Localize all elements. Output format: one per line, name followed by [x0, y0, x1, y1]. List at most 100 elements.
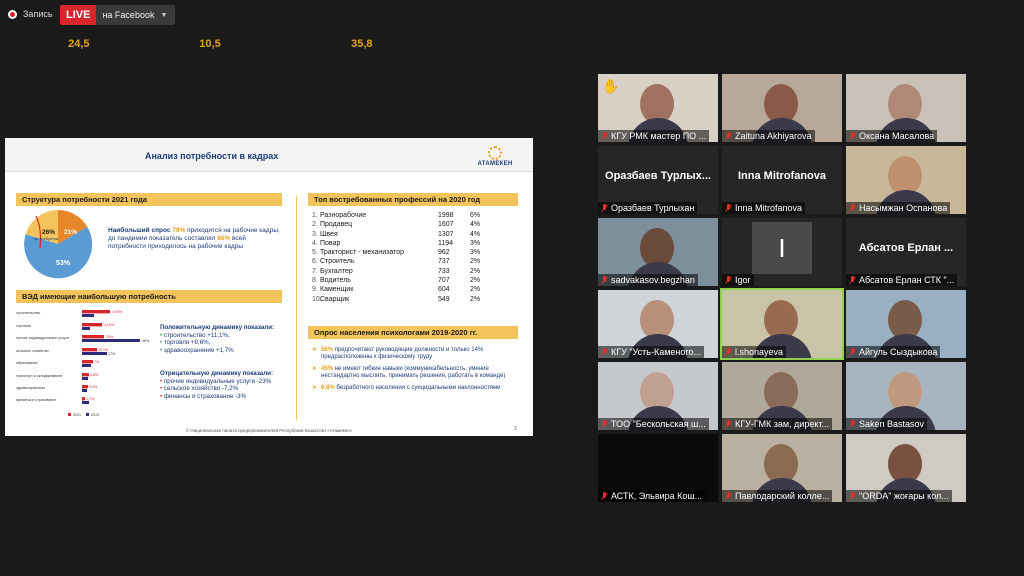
table-row: 8. Водитель 707 2%: [312, 277, 481, 285]
legend-2019-swatch: [86, 413, 89, 416]
arrow-icon: ➤: [312, 366, 318, 372]
table-row: 10. Сварщик 549 2%: [312, 295, 481, 303]
raised-hand-icon: ✋: [602, 78, 620, 94]
live-stream-control[interactable]: LIVE на Facebook ▼: [60, 5, 176, 25]
participant-name: КГУ-ГМК зам, директ...: [735, 419, 830, 429]
record-label: Запись: [23, 9, 53, 19]
muted-mic-icon: [725, 275, 732, 285]
table-row: 7. Бухгалтер 733 2%: [312, 267, 481, 275]
participant-tile[interactable]: ТОО "Бескольская ш...: [598, 362, 718, 430]
participant-tile[interactable]: I Igor: [722, 218, 842, 286]
muted-mic-icon: [849, 131, 856, 141]
participant-tile[interactable]: Павлодарский колле...: [722, 434, 842, 502]
participant-name-tag: Абсатов Ерлан СТК "...: [846, 274, 958, 286]
live-target-label: на Facebook: [102, 10, 155, 20]
table-row: 2. Продавец 1607 4%: [312, 221, 481, 229]
participant-name-tag: КГУ "Усть-Каменого...: [598, 346, 704, 358]
participant-name-tag: "ORDA" жоғары кол...: [846, 490, 952, 502]
participant-tile[interactable]: АСТК, Эльвира Кош...: [598, 434, 718, 502]
bar-2021-3: [82, 348, 97, 352]
participant-tile[interactable]: ✋ КГУ РМК мастер ПО ...: [598, 74, 718, 142]
participant-tile[interactable]: Zaituna Akhiyarova: [722, 74, 842, 142]
participant-name-tag: Оксана Масалова: [846, 130, 938, 142]
participant-name-tag: КГУ-ГМК зам, директ...: [722, 418, 833, 430]
list-item: ➤ 6,8% безработного населения с суицидаль…: [312, 385, 501, 391]
bar-value-3: 38%: [142, 339, 150, 343]
ved-label-0: строительство: [16, 311, 40, 315]
ved-label-6: здравоохранение: [16, 386, 45, 390]
section-top-professions: Топ востребованных профессий на 2020 год: [308, 193, 518, 206]
participant-tile[interactable]: Абсатов Ерлан ... Абсатов Ерлан СТК "...: [846, 218, 966, 286]
muted-mic-icon: [725, 419, 732, 429]
participant-tile[interactable]: Оксана Масалова: [846, 74, 966, 142]
participant-tile[interactable]: Айгуль Сыздыкова: [846, 290, 966, 358]
participant-name: АСТК, Эльвира Кош...: [611, 491, 703, 501]
participant-tile[interactable]: Saken Bastasov: [846, 362, 966, 430]
slide-headline: Опрошено 24,5 тыс. компаний, из них 10,5…: [16, 38, 416, 50]
participant-tile[interactable]: КГУ "Усть-Каменого...: [598, 290, 718, 358]
bar-2019-3: [82, 352, 107, 355]
bar-2019-6: [82, 389, 87, 392]
bar-value-7: 4,8%: [90, 373, 99, 377]
bar-value-5: 17%: [108, 352, 116, 356]
muted-mic-icon: [601, 419, 608, 429]
ved-label-5: транспорт и складирование: [16, 374, 62, 378]
positive-dynamics: Положительную динамику показали: • строи…: [160, 324, 275, 354]
section-survey: Опрос населения психологами 2019-2020 гг…: [308, 326, 518, 339]
participant-name-tag: Айгуль Сыздыкова: [846, 346, 941, 358]
legend-2021: 2021: [73, 413, 81, 417]
participant-display-name: Inna Mitrofanova: [737, 170, 826, 182]
participant-tile[interactable]: Inna Mitrofanova Inna Mitrofanova: [722, 146, 842, 214]
muted-mic-icon: [601, 347, 608, 357]
bar-value-6: 7%: [94, 360, 100, 364]
participant-tile[interactable]: Оразбаев Турлых... Оразбаев Турлыхан: [598, 146, 718, 214]
participant-name-tag: l.shonayeva: [722, 346, 787, 358]
top-bar: Запись LIVE на Facebook ▼: [0, 0, 1024, 32]
table-row: 1. Разнорабочие 1998 6%: [312, 212, 481, 219]
pie-label-none: не требуется: [34, 236, 58, 241]
participant-tile[interactable]: l.shonayeva: [720, 288, 844, 360]
participant-tile[interactable]: "ORDA" жоғары кол...: [846, 434, 966, 502]
bar-2019-7: [82, 401, 89, 404]
ved-label-7: финансы и страхование: [16, 398, 56, 402]
bar-value-8: 4,3%: [89, 385, 98, 389]
negative-dynamics: Отрицательную динамику показали: • прочи…: [160, 370, 274, 400]
slide-footer: © Национальная палата предпринимателей Р…: [185, 428, 353, 433]
participant-name-tag: ТОО "Бескольская ш...: [598, 418, 709, 430]
slide-header: Анализ потребности в кадрах АТАМЕКЕН: [5, 138, 533, 172]
muted-mic-icon: [725, 347, 732, 357]
bar-2019-4: [82, 364, 91, 367]
participant-name: sadvakasov.begzhan: [611, 275, 695, 285]
participant-tile[interactable]: sadvakasov.begzhan: [598, 218, 718, 286]
demand-pie-chart: 26% не требуется 21% 53%: [24, 210, 93, 279]
participant-name: КГУ "Усть-Каменого...: [611, 347, 701, 357]
participant-name-tag: sadvakasov.begzhan: [598, 274, 698, 286]
participant-name: Насымжан Оспанова: [859, 203, 948, 213]
participant-tile[interactable]: Насымжан Оспанова: [846, 146, 966, 214]
bar-value-1: 13,6%: [104, 323, 115, 327]
record-indicator[interactable]: Запись: [8, 9, 53, 19]
participant-name: l.shonayeva: [735, 347, 784, 357]
participant-name-tag: Насымжан Оспанова: [846, 202, 951, 214]
muted-mic-icon: [601, 203, 608, 213]
table-row: 4. Повар 1194 3%: [312, 239, 481, 247]
participant-name: ТОО "Бескольская ш...: [611, 419, 706, 429]
ved-label-3: сельское хозяйство: [16, 349, 49, 353]
participant-name: Zaituna Akhiyarova: [735, 131, 812, 141]
live-target-dropdown[interactable]: на Facebook ▼: [96, 5, 176, 25]
atameken-logo: АТАМЕКЕН: [469, 146, 521, 167]
participant-name-tag: АСТК, Эльвира Кош...: [598, 490, 706, 502]
muted-mic-icon: [725, 203, 732, 213]
muted-mic-icon: [725, 491, 732, 501]
participant-name-tag: Saken Bastasov: [846, 418, 928, 430]
participant-name: Павлодарский колле...: [735, 491, 830, 501]
table-row: 6. Строитель 737 2%: [312, 258, 481, 266]
muted-mic-icon: [601, 131, 608, 141]
bar-2021-6: [82, 385, 88, 389]
table-row: 5. Тракторист - механизатор 962 3%: [312, 249, 481, 257]
pie-label-21: 21%: [64, 229, 77, 236]
arrow-icon: ➤: [312, 347, 318, 353]
participant-tile[interactable]: КГУ-ГМК зам, директ...: [722, 362, 842, 430]
bar-value-2: 15%: [106, 335, 114, 339]
muted-mic-icon: [849, 347, 856, 357]
